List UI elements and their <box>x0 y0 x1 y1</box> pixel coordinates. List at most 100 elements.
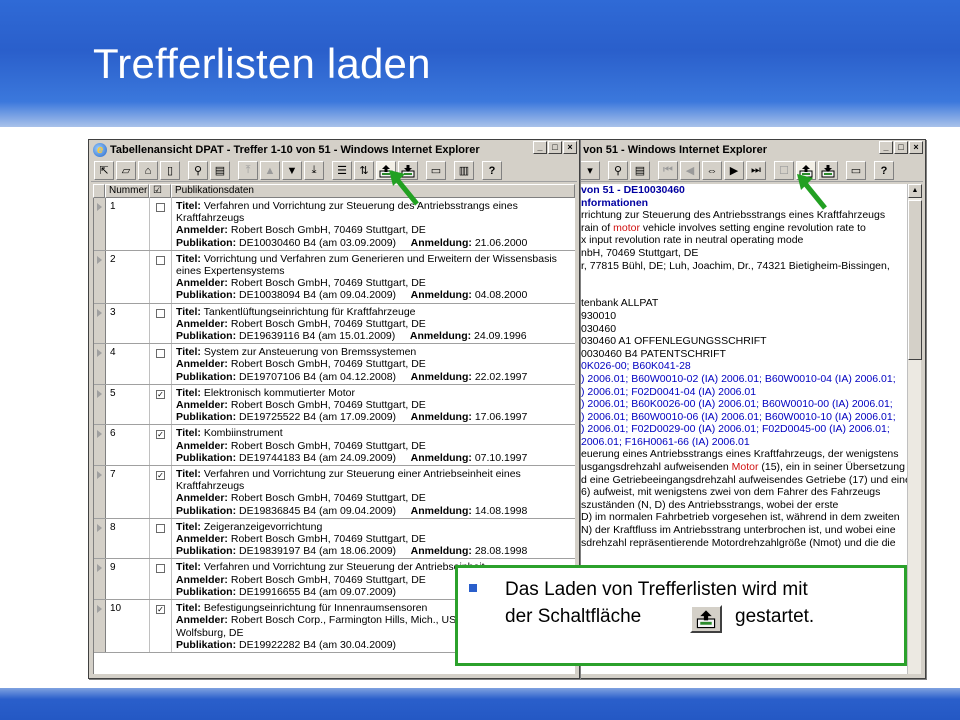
row-checkbox[interactable] <box>156 308 165 318</box>
row-checkbox[interactable]: ✓ <box>156 471 165 481</box>
column-header-publication[interactable]: Publikationsdaten <box>171 184 575 198</box>
slide-footer <box>0 688 960 720</box>
maximize-button[interactable]: □ <box>894 141 908 154</box>
highlighted-term: motor <box>613 221 640 234</box>
previous-page-icon[interactable]: ▲ <box>260 161 280 180</box>
row-selector[interactable] <box>94 600 106 652</box>
row-selector[interactable] <box>94 303 106 344</box>
field-value: 04.08.2000 <box>474 289 528 302</box>
document-line: ) 2006.01; B60W0010-06 (IA) 2006.01; B60… <box>581 410 896 423</box>
row-checkbox[interactable] <box>156 255 165 265</box>
folder-icon[interactable]: ▭ <box>846 161 866 180</box>
field-value: DE19839197 B4 (am 18.06.2009) <box>239 545 397 558</box>
document-line: ) 2006.01; B60K0026-00 (IA) 2006.01; B60… <box>581 398 893 411</box>
row-selector[interactable] <box>94 425 106 466</box>
table-row[interactable]: 7 ✓ Titel: Verfahren und Vorrichtung zur S… <box>94 466 575 519</box>
row-selector-header <box>93 184 105 198</box>
previous-record-icon[interactable]: ◀ <box>680 161 700 180</box>
chart-icon[interactable]: ▥ <box>454 161 474 180</box>
binoculars-icon[interactable]: ⚲ <box>608 161 628 180</box>
sort-icon[interactable]: ⇅ <box>354 161 374 180</box>
vertical-scrollbar[interactable]: ▲ <box>907 184 922 674</box>
table-row[interactable]: 2 Titel: Vorrichtung und Verfahren zum Ge… <box>94 250 575 304</box>
folder-icon[interactable]: ▭ <box>426 161 446 180</box>
close-button[interactable]: × <box>909 141 923 154</box>
field-label: Anmeldung: <box>410 451 472 464</box>
field-value: 22.02.1997 <box>474 370 528 383</box>
row-checkbox[interactable]: ✓ <box>156 389 165 399</box>
next-record-icon[interactable]: ▶ <box>724 161 744 180</box>
row-selector[interactable] <box>94 250 106 303</box>
field-value: DE10030460 B4 (am 03.09.2009) <box>239 236 397 249</box>
mark-icon[interactable]: ☐ <box>774 161 794 180</box>
field-value: DE19707106 B4 (am 04.12.2008) <box>239 370 397 383</box>
scroll-up-icon[interactable]: ▲ <box>908 184 922 198</box>
table-row[interactable]: 8 Titel: Zeigeranzeigevorrichtung Anmelder… <box>94 518 575 560</box>
row-selector[interactable] <box>94 384 106 425</box>
print-icon[interactable]: ▤ <box>210 161 230 180</box>
maximize-button[interactable]: □ <box>548 141 562 154</box>
minimize-button[interactable]: _ <box>879 141 893 154</box>
column-header-number[interactable]: Nummer <box>105 184 149 198</box>
row-number: 8 <box>106 518 150 559</box>
open-folder-icon[interactable]: ▱ <box>116 161 136 180</box>
row-checkbox[interactable] <box>156 523 165 533</box>
page-icon[interactable]: ▯ <box>160 161 180 180</box>
print-icon[interactable]: ▤ <box>630 161 650 180</box>
row-checkbox[interactable]: ✓ <box>156 430 165 440</box>
field-label: Titel: <box>176 200 201 212</box>
publication-line: eines Expertensystems <box>176 265 575 277</box>
last-page-icon[interactable]: ⤓ <box>304 161 324 180</box>
dropdown-icon[interactable]: ▾ <box>580 161 600 180</box>
table-row[interactable]: 1 Titel: Verfahren und Vorrichtung zur St… <box>94 198 575 251</box>
row-checkbox[interactable]: ✓ <box>156 605 165 615</box>
help-icon[interactable]: ? <box>482 161 502 180</box>
row-checkbox[interactable] <box>156 564 165 574</box>
table-window-titlebar[interactable]: e Tabellenansicht DPAT - Treffer 1-10 vo… <box>91 142 577 158</box>
field-value: Robert Bosch GmbH, 70469 Stuttgart, DE <box>230 317 426 330</box>
minimize-button[interactable]: _ <box>533 141 547 154</box>
row-checkbox[interactable] <box>156 349 165 359</box>
close-button[interactable]: × <box>563 141 577 154</box>
bullet-icon <box>469 584 477 592</box>
field-label: Anmelder: <box>176 533 228 546</box>
row-checkbox[interactable] <box>156 203 165 212</box>
publication-line: Anmelder: Robert Bosch GmbH, 70469 Stutt… <box>176 440 575 452</box>
field-value: DE19744183 B4 (am 24.09.2009) <box>239 451 397 464</box>
field-label: Publikation: <box>176 638 237 651</box>
home-icon[interactable]: ⌂ <box>138 161 158 180</box>
next-page-icon[interactable]: ▼ <box>282 161 302 180</box>
swap-view-icon[interactable]: ⇔ <box>702 161 722 180</box>
binoculars-icon[interactable]: ⚲ <box>188 161 208 180</box>
help-icon[interactable]: ? <box>874 161 894 180</box>
publication-line: Anmelder: Robert Bosch GmbH, 70469 Stutt… <box>176 399 575 411</box>
field-value: Vorrichtung und Verfahren zum Generieren… <box>203 252 557 265</box>
row-selector[interactable] <box>94 344 106 384</box>
ie-logo-icon: e <box>93 143 107 157</box>
row-selector[interactable] <box>94 198 106 250</box>
list-icon[interactable]: ☰ <box>332 161 352 180</box>
table-row[interactable]: 4 Titel: System zur Ansteuerung von Brems… <box>94 344 575 385</box>
table-row[interactable]: 3 Titel: Tankentlüftungseinrichtung für K… <box>94 303 575 345</box>
scroll-thumb[interactable] <box>908 200 922 360</box>
field-value: Kombiinstrument <box>203 427 283 440</box>
row-selector[interactable] <box>94 466 106 518</box>
publication-line: Titel: System zur Ansteuerung von Bremss… <box>176 346 575 358</box>
field-value: Robert Bosch GmbH, 70469 Stuttgart, DE <box>230 533 426 546</box>
last-record-icon[interactable]: ⏭ <box>746 161 766 180</box>
table-row[interactable]: 6 ✓ Titel: Kombiinstrument Anmelder: Robert… <box>94 425 575 467</box>
row-selector[interactable] <box>94 518 106 559</box>
publication-data: Titel: Verfahren und Vorrichtung zur Ste… <box>172 198 575 250</box>
exit-icon[interactable]: ⇱ <box>94 161 114 180</box>
row-selector[interactable] <box>94 559 106 600</box>
first-page-icon[interactable]: ⤒ <box>238 161 258 180</box>
field-value: Robert Bosch GmbH, 70469 Stuttgart, DE <box>230 224 426 237</box>
field-value: Verfahren und Vorrichtung zur Steuerung … <box>203 468 521 481</box>
table-row[interactable]: 5 ✓ Titel: Elektronisch kommutierter Motor… <box>94 384 575 426</box>
row-checkbox-cell <box>150 559 172 600</box>
field-label: Anmeldung: <box>410 289 472 302</box>
detail-window-titlebar[interactable]: l von 51 - Windows Internet Explorer <box>577 142 923 158</box>
first-record-icon[interactable]: ⏮ <box>658 161 678 180</box>
checkbox-column-icon[interactable]: ☑ <box>149 184 171 198</box>
document-line: szuständen (N, D) des Antriebsstrangs, w… <box>581 498 839 511</box>
